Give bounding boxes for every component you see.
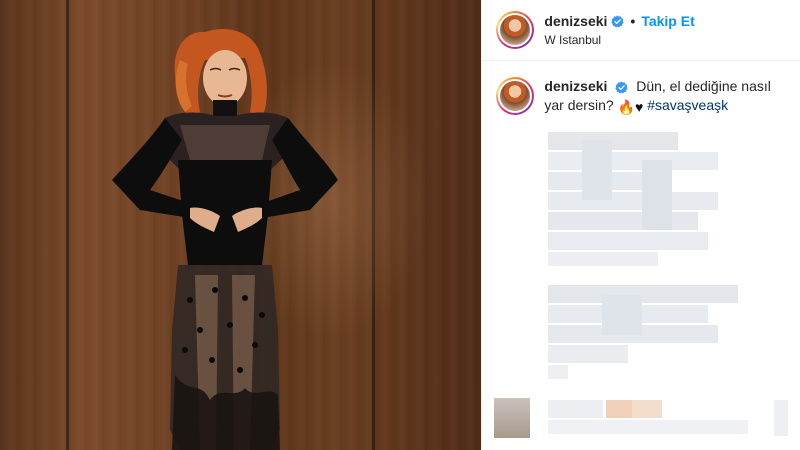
black-heart-emoji-icon: ♥ (634, 99, 644, 115)
fire-emoji-icon: 🔥 (617, 99, 635, 115)
avatar-image (500, 81, 531, 111)
follow-button[interactable]: Takip Et (641, 13, 694, 29)
separator-dot: • (630, 13, 636, 29)
post-photo[interactable] (0, 0, 482, 450)
woman-in-black-dress-illustration (112, 28, 338, 450)
username-link[interactable]: denizseki (544, 13, 607, 29)
hashtag-link[interactable]: #savaşveaşk (647, 97, 728, 113)
verified-badge-icon (611, 14, 625, 28)
post-header: denizseki • Takip Et W Istanbul (482, 0, 800, 61)
caption-avatar[interactable] (496, 77, 535, 115)
avatar[interactable] (496, 11, 535, 49)
caption-text: denizseki Dün, el dediğine nasıl yar der… (544, 77, 786, 117)
instagram-post: denizseki • Takip Et W Istanbul denizsek… (0, 0, 800, 450)
caption-username[interactable]: denizseki (544, 78, 607, 94)
caption: denizseki Dün, el dediğine nasıl yar der… (482, 61, 800, 117)
avatar-image (500, 15, 531, 45)
post-sidebar: denizseki • Takip Et W Istanbul denizsek… (481, 0, 800, 450)
location-link[interactable]: W Istanbul (544, 33, 694, 47)
verified-badge-icon (615, 81, 628, 94)
